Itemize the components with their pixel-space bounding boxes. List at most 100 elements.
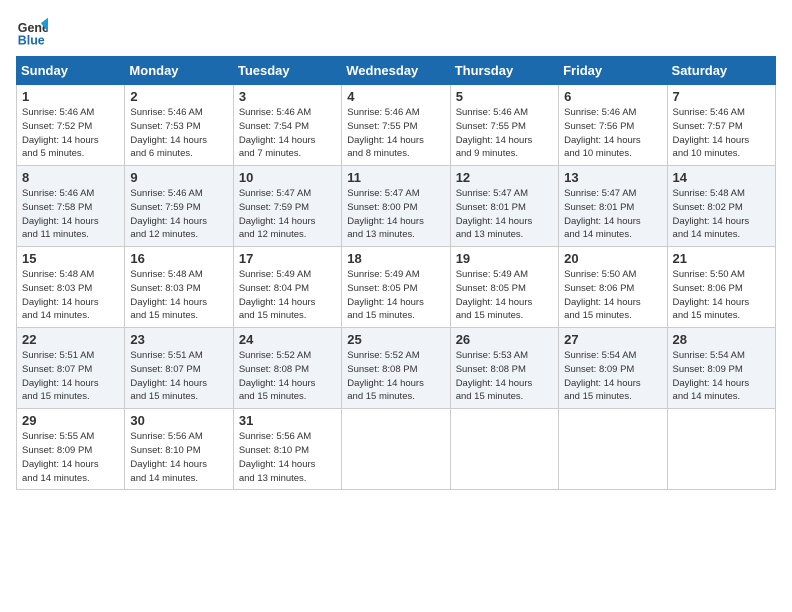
day-number: 21 [673,251,770,266]
calendar-cell: 22 Sunrise: 5:51 AMSunset: 8:07 PMDayligh… [17,328,125,409]
day-number: 11 [347,170,444,185]
calendar-cell: 1 Sunrise: 5:46 AMSunset: 7:52 PMDaylight… [17,85,125,166]
day-number: 10 [239,170,336,185]
day-number: 19 [456,251,553,266]
day-info: Sunrise: 5:47 AMSunset: 7:59 PMDaylight:… [239,187,336,242]
calendar-cell: 24Sunrise: 5:52 AMSunset: 8:08 PMDayligh… [233,328,341,409]
calendar-cell: 7 Sunrise: 5:46 AMSunset: 7:57 PMDaylight… [667,85,775,166]
calendar-cell: 13Sunrise: 5:47 AMSunset: 8:01 PMDayligh… [559,166,667,247]
calendar-cell: 12Sunrise: 5:47 AMSunset: 8:01 PMDayligh… [450,166,558,247]
day-info: Sunrise: 5:55 AMSunset: 8:09 PMDaylight:… [22,430,119,485]
calendar-cell: 16 Sunrise: 5:48 AMSunset: 8:03 PMDayligh… [125,247,233,328]
calendar-cell: 21 Sunrise: 5:50 AMSunset: 8:06 PMDayligh… [667,247,775,328]
day-header-sunday: Sunday [17,57,125,85]
day-number: 28 [673,332,770,347]
calendar-cell: 27 Sunrise: 5:54 AMSunset: 8:09 PMDayligh… [559,328,667,409]
calendar-cell [450,409,558,490]
day-info: Sunrise: 5:50 AMSunset: 8:06 PMDaylight:… [673,268,770,323]
day-number: 26 [456,332,553,347]
calendar-week-row: 29 Sunrise: 5:55 AMSunset: 8:09 PMDayligh… [17,409,776,490]
day-info: Sunrise: 5:49 AMSunset: 8:04 PMDaylight:… [239,268,336,323]
calendar-cell: 18 Sunrise: 5:49 AMSunset: 8:05 PMDayligh… [342,247,450,328]
calendar-cell: 8Sunrise: 5:46 AMSunset: 7:58 PMDaylight… [17,166,125,247]
day-number: 6 [564,89,661,104]
calendar-week-row: 8Sunrise: 5:46 AMSunset: 7:58 PMDaylight… [17,166,776,247]
day-info: Sunrise: 5:48 AMSunset: 8:03 PMDaylight:… [22,268,119,323]
day-number: 14 [673,170,770,185]
day-header-saturday: Saturday [667,57,775,85]
day-number: 1 [22,89,119,104]
day-number: 27 [564,332,661,347]
calendar-cell: 6Sunrise: 5:46 AMSunset: 7:56 PMDaylight… [559,85,667,166]
calendar-cell: 15 Sunrise: 5:48 AMSunset: 8:03 PMDayligh… [17,247,125,328]
calendar-header-row: SundayMondayTuesdayWednesdayThursdayFrid… [17,57,776,85]
day-number: 25 [347,332,444,347]
day-number: 17 [239,251,336,266]
day-number: 20 [564,251,661,266]
day-info: Sunrise: 5:46 AMSunset: 7:52 PMDaylight:… [22,106,119,161]
day-number: 4 [347,89,444,104]
day-header-tuesday: Tuesday [233,57,341,85]
day-header-friday: Friday [559,57,667,85]
day-number: 18 [347,251,444,266]
calendar-week-row: 1 Sunrise: 5:46 AMSunset: 7:52 PMDaylight… [17,85,776,166]
calendar-cell: 31 Sunrise: 5:56 AMSunset: 8:10 PMDayligh… [233,409,341,490]
day-info: Sunrise: 5:46 AMSunset: 7:59 PMDaylight:… [130,187,227,242]
calendar-cell: 23 Sunrise: 5:51 AMSunset: 8:07 PMDayligh… [125,328,233,409]
calendar-body: 1 Sunrise: 5:46 AMSunset: 7:52 PMDaylight… [17,85,776,490]
calendar-cell: 5Sunrise: 5:46 AMSunset: 7:55 PMDaylight… [450,85,558,166]
calendar-cell: 3 Sunrise: 5:46 AMSunset: 7:54 PMDaylight… [233,85,341,166]
day-number: 16 [130,251,227,266]
calendar-cell: 2Sunrise: 5:46 AMSunset: 7:53 PMDaylight… [125,85,233,166]
day-number: 7 [673,89,770,104]
day-number: 13 [564,170,661,185]
day-number: 15 [22,251,119,266]
day-info: Sunrise: 5:46 AMSunset: 7:55 PMDaylight:… [456,106,553,161]
day-info: Sunrise: 5:46 AMSunset: 7:55 PMDaylight:… [347,106,444,161]
calendar-cell: 4 Sunrise: 5:46 AMSunset: 7:55 PMDaylight… [342,85,450,166]
calendar-cell: 26 Sunrise: 5:53 AMSunset: 8:08 PMDayligh… [450,328,558,409]
day-info: Sunrise: 5:49 AMSunset: 8:05 PMDaylight:… [456,268,553,323]
calendar-cell: 25 Sunrise: 5:52 AMSunset: 8:08 PMDayligh… [342,328,450,409]
day-number: 29 [22,413,119,428]
day-info: Sunrise: 5:47 AMSunset: 8:01 PMDaylight:… [456,187,553,242]
day-info: Sunrise: 5:46 AMSunset: 7:57 PMDaylight:… [673,106,770,161]
day-info: Sunrise: 5:49 AMSunset: 8:05 PMDaylight:… [347,268,444,323]
day-number: 9 [130,170,227,185]
day-info: Sunrise: 5:51 AMSunset: 8:07 PMDaylight:… [130,349,227,404]
day-number: 2 [130,89,227,104]
calendar-cell: 29 Sunrise: 5:55 AMSunset: 8:09 PMDayligh… [17,409,125,490]
day-number: 23 [130,332,227,347]
day-info: Sunrise: 5:48 AMSunset: 8:02 PMDaylight:… [673,187,770,242]
day-number: 31 [239,413,336,428]
calendar-cell: 30 Sunrise: 5:56 AMSunset: 8:10 PMDayligh… [125,409,233,490]
calendar-cell: 9 Sunrise: 5:46 AMSunset: 7:59 PMDaylight… [125,166,233,247]
calendar-cell: 19 Sunrise: 5:49 AMSunset: 8:05 PMDayligh… [450,247,558,328]
calendar-table: SundayMondayTuesdayWednesdayThursdayFrid… [16,56,776,490]
day-number: 3 [239,89,336,104]
calendar-cell: 17 Sunrise: 5:49 AMSunset: 8:04 PMDayligh… [233,247,341,328]
calendar-cell: 14 Sunrise: 5:48 AMSunset: 8:02 PMDayligh… [667,166,775,247]
day-info: Sunrise: 5:46 AMSunset: 7:54 PMDaylight:… [239,106,336,161]
calendar-cell [559,409,667,490]
day-info: Sunrise: 5:54 AMSunset: 8:09 PMDaylight:… [564,349,661,404]
day-header-monday: Monday [125,57,233,85]
page-header: General Blue [16,16,776,48]
day-info: Sunrise: 5:56 AMSunset: 8:10 PMDaylight:… [130,430,227,485]
calendar-week-row: 22 Sunrise: 5:51 AMSunset: 8:07 PMDayligh… [17,328,776,409]
day-number: 24 [239,332,336,347]
calendar-cell: 11Sunrise: 5:47 AMSunset: 8:00 PMDayligh… [342,166,450,247]
svg-text:Blue: Blue [18,33,45,47]
day-header-thursday: Thursday [450,57,558,85]
day-info: Sunrise: 5:53 AMSunset: 8:08 PMDaylight:… [456,349,553,404]
day-info: Sunrise: 5:48 AMSunset: 8:03 PMDaylight:… [130,268,227,323]
day-info: Sunrise: 5:56 AMSunset: 8:10 PMDaylight:… [239,430,336,485]
logo: General Blue [16,16,48,48]
day-number: 22 [22,332,119,347]
day-number: 30 [130,413,227,428]
calendar-cell: 10 Sunrise: 5:47 AMSunset: 7:59 PMDayligh… [233,166,341,247]
logo-icon: General Blue [16,16,48,48]
day-info: Sunrise: 5:51 AMSunset: 8:07 PMDaylight:… [22,349,119,404]
calendar-cell: 28Sunrise: 5:54 AMSunset: 8:09 PMDayligh… [667,328,775,409]
day-info: Sunrise: 5:52 AMSunset: 8:08 PMDaylight:… [347,349,444,404]
